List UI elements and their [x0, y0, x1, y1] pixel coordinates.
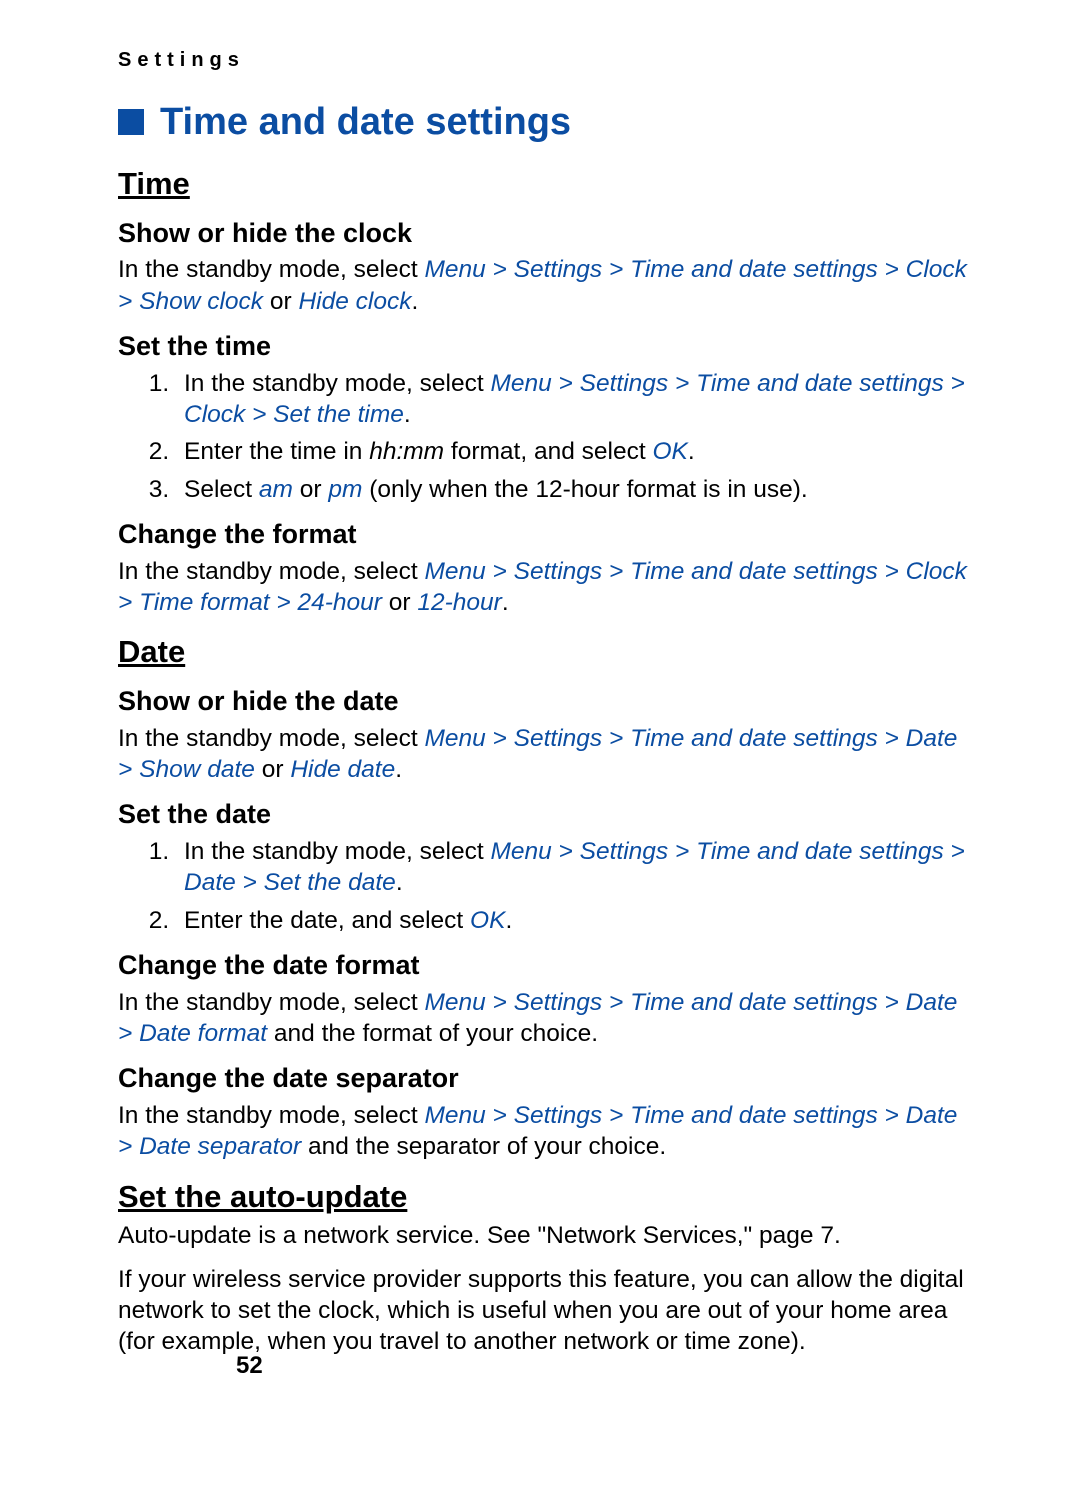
para-change-date-separator: In the standby mode, select Menu > Setti…: [118, 1100, 970, 1163]
section-heading-date: Date: [118, 632, 970, 672]
list-item: Enter the time in hh:mm format, and sele…: [176, 436, 970, 467]
text: and the format of your choice.: [267, 1020, 598, 1047]
text: format, and select: [444, 438, 652, 465]
page-title-row: Time and date settings: [118, 98, 970, 147]
para-change-format: In the standby mode, select Menu > Setti…: [118, 556, 970, 619]
text: In the standby mode, select: [118, 725, 424, 752]
steps-set-the-time: In the standby mode, select Menu > Setti…: [118, 368, 970, 505]
menu-path: OK: [470, 907, 505, 934]
text: Select: [184, 476, 259, 503]
text: .: [505, 907, 512, 934]
text: In the standby mode, select: [184, 370, 490, 397]
text: or: [263, 288, 298, 315]
text: Enter the date, and select: [184, 907, 470, 934]
italic-text: hh:mm: [369, 438, 444, 465]
subheading-show-hide-clock: Show or hide the clock: [118, 216, 970, 251]
menu-path: OK: [652, 438, 687, 465]
menu-path: Hide clock: [298, 288, 411, 315]
para-auto-update-2: If your wireless service provider suppor…: [118, 1264, 970, 1358]
square-bullet-icon: [118, 109, 144, 135]
text: and the separator of your choice.: [301, 1133, 666, 1160]
text: or: [255, 756, 290, 783]
steps-set-the-date: In the standby mode, select Menu > Setti…: [118, 836, 970, 936]
subheading-change-date-separator: Change the date separator: [118, 1061, 970, 1096]
menu-path: pm: [328, 476, 362, 503]
subheading-change-format: Change the format: [118, 517, 970, 552]
text: .: [688, 438, 695, 465]
menu-path: 12-hour: [417, 589, 501, 616]
list-item: Enter the date, and select OK.: [176, 905, 970, 936]
menu-path: am: [259, 476, 293, 503]
text: Enter the time in: [184, 438, 369, 465]
subheading-set-the-time: Set the time: [118, 329, 970, 364]
menu-path: Hide date: [290, 756, 395, 783]
text: In the standby mode, select: [118, 558, 424, 585]
para-change-date-format: In the standby mode, select Menu > Setti…: [118, 987, 970, 1050]
text: In the standby mode, select: [118, 989, 424, 1016]
page-number: 52: [236, 1351, 263, 1382]
list-item: Select am or pm (only when the 12-hour f…: [176, 474, 970, 505]
text: .: [411, 288, 418, 315]
subheading-set-the-date: Set the date: [118, 797, 970, 832]
text: In the standby mode, select: [118, 256, 424, 283]
page-title: Time and date settings: [160, 98, 571, 147]
subheading-change-date-format: Change the date format: [118, 948, 970, 983]
text: .: [404, 401, 411, 428]
para-auto-update-1: Auto-update is a network service. See "N…: [118, 1220, 970, 1251]
list-item: In the standby mode, select Menu > Setti…: [176, 368, 970, 431]
text: .: [395, 756, 402, 783]
text: .: [396, 869, 403, 896]
text: or: [382, 589, 417, 616]
text: In the standby mode, select: [118, 1102, 424, 1129]
list-item: In the standby mode, select Menu > Setti…: [176, 836, 970, 899]
para-show-hide-date: In the standby mode, select Menu > Setti…: [118, 723, 970, 786]
text: In the standby mode, select: [184, 838, 490, 865]
breadcrumb: Settings: [118, 48, 970, 74]
text: (only when the 12-hour format is in use)…: [362, 476, 807, 503]
subheading-show-hide-date: Show or hide the date: [118, 684, 970, 719]
text: or: [293, 476, 328, 503]
text: .: [502, 589, 509, 616]
para-show-hide-clock: In the standby mode, select Menu > Setti…: [118, 254, 970, 317]
section-heading-time: Time: [118, 164, 970, 204]
section-heading-auto-update: Set the auto-update: [118, 1177, 970, 1217]
